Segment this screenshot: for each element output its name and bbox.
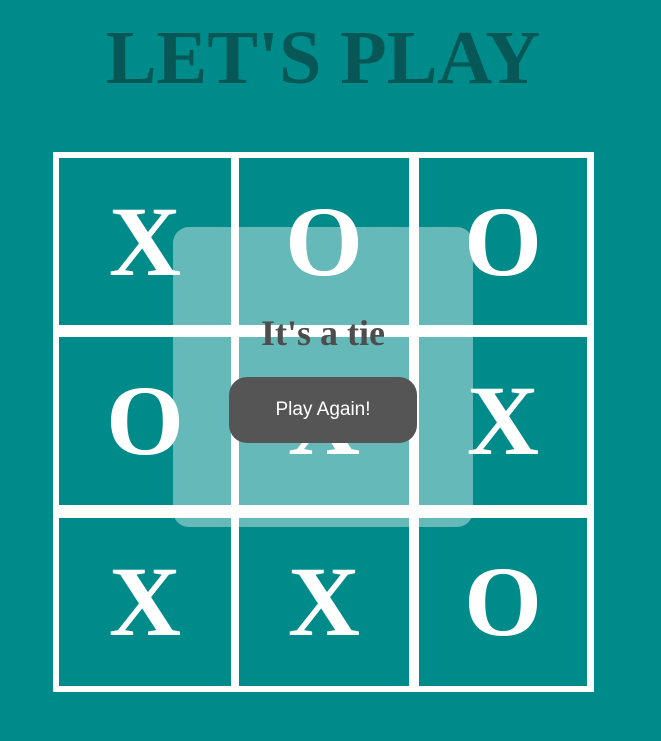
result-message: It's a tie — [261, 313, 385, 353]
board-cell-r3-c1[interactable]: X — [59, 518, 231, 686]
page-title: LET'S PLAY — [105, 16, 541, 100]
board-cell-r3-c2[interactable]: X — [239, 518, 409, 686]
board-cell-r3-c3[interactable]: O — [419, 518, 587, 686]
play-again-button[interactable]: Play Again! — [229, 377, 417, 443]
result-modal: It's a tie Play Again! — [173, 227, 473, 527]
